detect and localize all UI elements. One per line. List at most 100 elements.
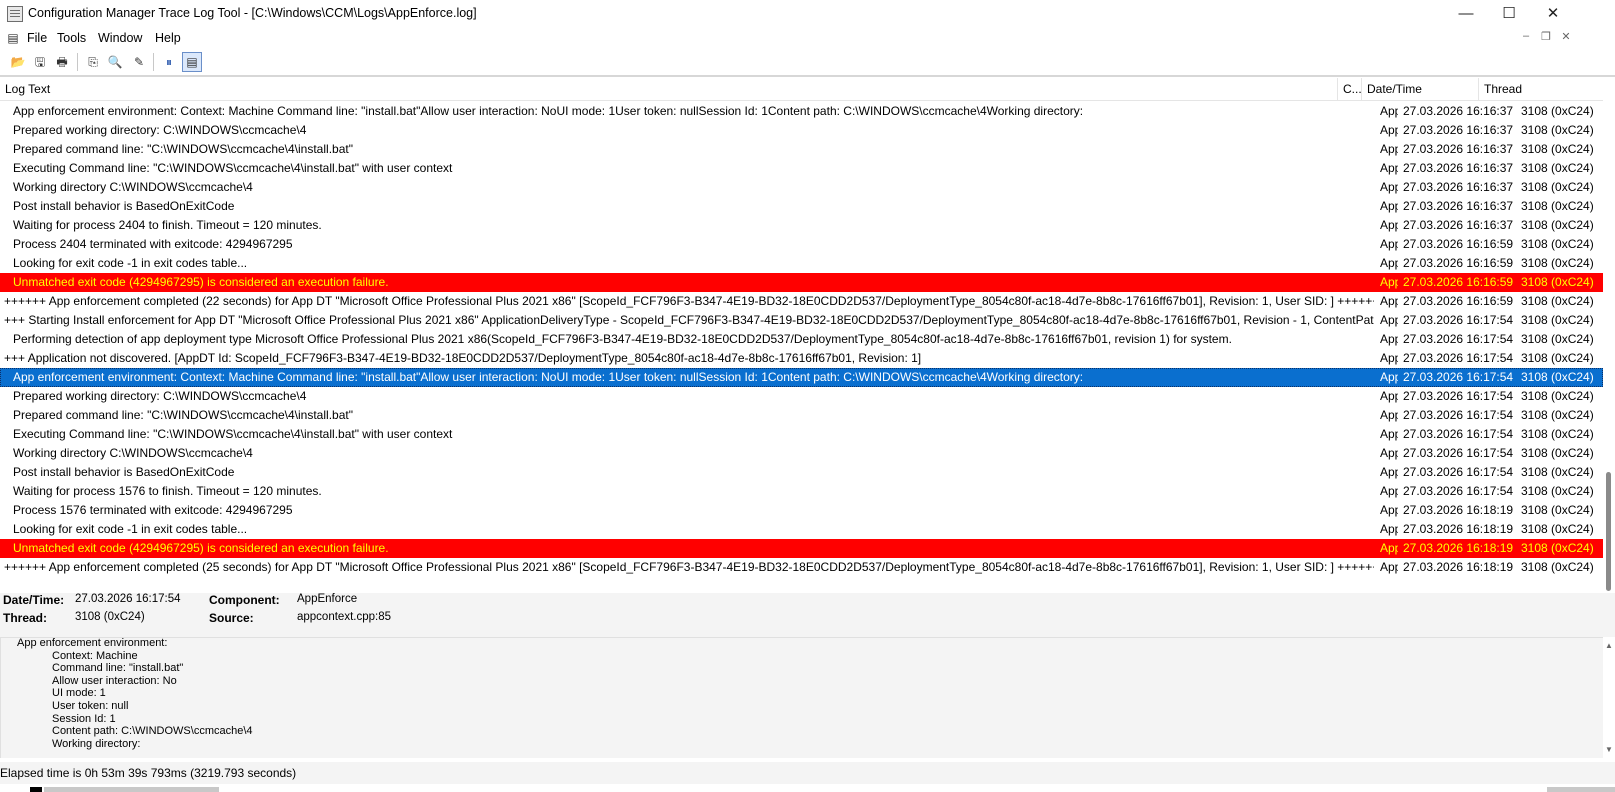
- source-value: appcontext.cpp:85: [297, 611, 391, 623]
- table-row[interactable]: Prepared working directory: C:\WINDOWS\c…: [0, 121, 1603, 140]
- datetime-cell: 27.03.2026 16:17:54: [1403, 332, 1514, 346]
- table-row[interactable]: +++ Starting Install enforcement for App…: [0, 311, 1603, 330]
- column-header-thread[interactable]: Thread: [1479, 78, 1603, 100]
- log-text-cell: Unmatched exit code (4294967295) is cons…: [13, 275, 389, 289]
- menu-window[interactable]: Window: [98, 31, 142, 45]
- table-row[interactable]: Prepared command line: "C:\WINDOWS\ccmca…: [0, 406, 1603, 425]
- table-row[interactable]: Prepared working directory: C:\WINDOWS\c…: [0, 387, 1603, 406]
- save-icon[interactable]: 🖫: [31, 53, 49, 71]
- log-text-cell: ++++++ App enforcement completed (22 sec…: [4, 294, 1374, 308]
- log-list-scrollbar[interactable]: [1603, 78, 1615, 591]
- table-row[interactable]: Looking for exit code -1 in exit codes t…: [0, 254, 1603, 273]
- menu-bar: ▤ File Tools Window Help – ❐ ✕: [0, 28, 1615, 48]
- menu-file[interactable]: File: [27, 31, 47, 45]
- datetime-cell: 27.03.2026 16:16:37: [1403, 218, 1514, 232]
- copy-icon[interactable]: ⎘: [84, 53, 102, 71]
- component-cell: App: [1380, 560, 1398, 574]
- datetime-label: Date/Time:: [3, 593, 65, 607]
- component-cell: App: [1380, 370, 1398, 384]
- table-row[interactable]: Process 1576 terminated with exitcode: 4…: [0, 501, 1603, 520]
- mdi-close-button[interactable]: ✕: [1559, 30, 1573, 43]
- table-row[interactable]: Process 2404 terminated with exitcode: 4…: [0, 235, 1603, 254]
- menu-help[interactable]: Help: [155, 31, 181, 45]
- thread-cell: 3108 (0xC24): [1521, 237, 1594, 251]
- highlight-icon[interactable]: ✎: [130, 53, 148, 71]
- mdi-restore-button[interactable]: ❐: [1539, 30, 1553, 43]
- minimize-button[interactable]: —: [1443, 0, 1489, 28]
- table-row[interactable]: Performing detection of app deployment t…: [0, 330, 1603, 349]
- table-row[interactable]: Executing Command line: "C:\WINDOWS\ccmc…: [0, 425, 1603, 444]
- menu-tools[interactable]: Tools: [57, 31, 86, 45]
- component-cell: App: [1380, 218, 1398, 232]
- table-row[interactable]: App enforcement environment: Context: Ma…: [0, 368, 1603, 387]
- toolbar-separator: [77, 53, 78, 71]
- log-text-cell: Prepared command line: "C:\WINDOWS\ccmca…: [13, 142, 353, 156]
- datetime-cell: 27.03.2026 16:17:54: [1403, 446, 1514, 460]
- log-text-cell: +++ Application not discovered. [AppDT I…: [4, 351, 922, 365]
- scroll-up-icon[interactable]: ▲: [1605, 641, 1613, 650]
- datetime-cell: 27.03.2026 16:18:19: [1403, 541, 1514, 555]
- find-icon[interactable]: 🔍: [106, 53, 124, 71]
- log-rows: App enforcement environment: Context: Ma…: [0, 102, 1603, 577]
- log-text-cell: Waiting for process 1576 to finish. Time…: [13, 484, 322, 498]
- table-row[interactable]: Looking for exit code -1 in exit codes t…: [0, 520, 1603, 539]
- message-line: Session Id: 1: [52, 713, 116, 725]
- elapsed-time-status: Elapsed time is 0h 53m 39s 793ms (3219.7…: [0, 766, 297, 780]
- close-button[interactable]: ✕: [1530, 0, 1576, 28]
- datetime-cell: 27.03.2026 16:17:54: [1403, 408, 1514, 422]
- log-text-cell: Unmatched exit code (4294967295) is cons…: [13, 541, 389, 555]
- scroll-down-icon[interactable]: ▼: [1605, 745, 1613, 754]
- table-row[interactable]: Waiting for process 2404 to finish. Time…: [0, 216, 1603, 235]
- maximize-button[interactable]: ☐: [1486, 0, 1532, 28]
- thread-cell: 3108 (0xC24): [1521, 256, 1594, 270]
- table-row[interactable]: Executing Command line: "C:\WINDOWS\ccmc…: [0, 159, 1603, 178]
- thread-cell: 3108 (0xC24): [1521, 104, 1594, 118]
- print-icon[interactable]: 🖶: [53, 53, 71, 71]
- log-list[interactable]: Log Text C... Date/Time Thread App enfor…: [0, 78, 1603, 591]
- column-header-datetime[interactable]: Date/Time: [1362, 78, 1479, 100]
- details-panel: Date/Time: 27.03.2026 16:17:54 Thread: 3…: [0, 593, 1615, 637]
- toolbar-separator: [153, 53, 154, 71]
- message-scrollbar[interactable]: ▲ ▼: [1603, 637, 1615, 758]
- log-text-cell: Prepared working directory: C:\WINDOWS\c…: [13, 123, 307, 137]
- open-icon[interactable]: 📂: [9, 53, 27, 71]
- datetime-cell: 27.03.2026 16:16:59: [1403, 294, 1514, 308]
- message-line: Context: Machine: [52, 650, 138, 662]
- table-row[interactable]: ++++++ App enforcement completed (22 sec…: [0, 292, 1603, 311]
- table-row[interactable]: Unmatched exit code (4294967295) is cons…: [0, 539, 1603, 558]
- table-row[interactable]: Unmatched exit code (4294967295) is cons…: [0, 273, 1603, 292]
- table-row[interactable]: Working directory C:\WINDOWS\ccmcache\4 A…: [0, 444, 1603, 463]
- component-cell: App: [1380, 408, 1398, 422]
- pause-icon[interactable]: ⏸: [160, 53, 178, 71]
- mdi-minimize-button[interactable]: –: [1519, 30, 1533, 42]
- log-text-cell: Post install behavior is BasedOnExitCode: [13, 199, 235, 213]
- component-cell: App: [1380, 313, 1398, 327]
- table-row[interactable]: Prepared command line: "C:\WINDOWS\ccmca…: [0, 140, 1603, 159]
- thread-cell: 3108 (0xC24): [1521, 408, 1594, 422]
- table-row[interactable]: Post install behavior is BasedOnExitCode…: [0, 463, 1603, 482]
- thread-cell: 3108 (0xC24): [1521, 161, 1594, 175]
- bottom-edge-segment: [30, 787, 42, 792]
- scrollbar-thumb[interactable]: [1606, 472, 1611, 591]
- thread-cell: 3108 (0xC24): [1521, 142, 1594, 156]
- document-menu-icon[interactable]: ▤: [4, 29, 22, 47]
- log-text-cell: ++++++ App enforcement completed (25 sec…: [4, 560, 1374, 574]
- table-row[interactable]: Working directory C:\WINDOWS\ccmcache\4 A…: [0, 178, 1603, 197]
- table-row[interactable]: ++++++ App enforcement completed (25 sec…: [0, 558, 1603, 577]
- thread-value: 3108 (0xC24): [75, 611, 145, 623]
- detail-pane-icon[interactable]: ▤: [182, 52, 202, 72]
- log-text-cell: Prepared command line: "C:\WINDOWS\ccmca…: [13, 408, 353, 422]
- datetime-cell: 27.03.2026 16:16:37: [1403, 104, 1514, 118]
- message-text-box[interactable]: App enforcement environment: Context: Ma…: [0, 637, 1603, 758]
- column-header-component[interactable]: C...: [1338, 78, 1362, 100]
- component-cell: App: [1380, 123, 1398, 137]
- table-row[interactable]: +++ Application not discovered. [AppDT I…: [0, 349, 1603, 368]
- component-cell: App: [1380, 161, 1398, 175]
- thread-cell: 3108 (0xC24): [1521, 522, 1594, 536]
- column-header-log-text[interactable]: Log Text: [0, 78, 1338, 100]
- table-row[interactable]: Post install behavior is BasedOnExitCode…: [0, 197, 1603, 216]
- table-row[interactable]: App enforcement environment: Context: Ma…: [0, 102, 1603, 121]
- component-cell: App: [1380, 522, 1398, 536]
- table-row[interactable]: Waiting for process 1576 to finish. Time…: [0, 482, 1603, 501]
- component-cell: App: [1380, 427, 1398, 441]
